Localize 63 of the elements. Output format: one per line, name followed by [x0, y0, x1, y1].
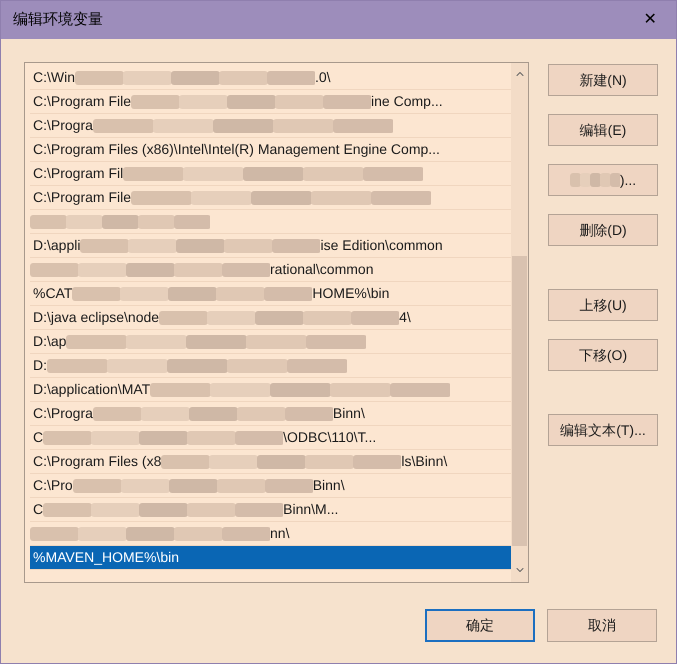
dialog-button[interactable]: 确定 — [425, 609, 535, 642]
path-text: rational\common — [270, 260, 374, 279]
side-button[interactable]: 删除(D) — [548, 214, 658, 246]
path-text: C:\Win — [32, 68, 75, 87]
path-text: C:\Program Fil — [32, 164, 124, 183]
path-row[interactable]: rational\common — [30, 258, 511, 282]
dialog-button[interactable]: 取消 — [547, 609, 657, 642]
path-text: HOME%\bin — [312, 284, 390, 303]
path-text: %MAVEN_HOME%\bin — [32, 548, 180, 567]
path-row[interactable]: C:\Progra Binn\ — [30, 402, 511, 426]
scroll-thumb[interactable] — [512, 256, 527, 546]
path-text: D:\java eclipse\node — [32, 308, 160, 327]
path-row[interactable]: C:\Program Fil — [30, 162, 511, 186]
path-text: C:\Program Files (x8 — [32, 452, 162, 471]
path-text: 4\ — [399, 308, 411, 327]
path-text: %CAT — [32, 284, 72, 303]
path-text: Binn\ — [332, 404, 365, 423]
path-row[interactable]: C:\Win .0\ — [30, 66, 511, 90]
path-text: C:\Program Files (x86)\Intel\Intel(R) Management Engine Comp... — [32, 140, 440, 159]
path-row[interactable]: C:\Program File — [30, 186, 511, 210]
path-text: C:\Program File — [32, 188, 132, 207]
scrollbar[interactable] — [511, 63, 528, 582]
side-button[interactable]: 新建(N) — [548, 64, 658, 96]
path-text: C:\Pro — [32, 476, 73, 495]
path-text: D:\application\MAT — [32, 380, 150, 399]
window-title: 编辑环境变量 — [13, 10, 103, 30]
path-text: ise Edition\common — [320, 236, 443, 255]
path-row[interactable]: C Binn\M... — [30, 498, 511, 522]
path-row[interactable]: D: — [30, 354, 511, 378]
path-row[interactable]: D:\ap — [30, 330, 511, 354]
blurred-patch — [570, 171, 620, 189]
close-button[interactable]: ✕ — [632, 4, 668, 36]
path-text: D:\ap — [32, 332, 66, 351]
side-button[interactable]: 编辑文本(T)... — [548, 414, 658, 446]
path-text: .0\ — [315, 68, 331, 87]
side-button[interactable]: 下移(O) — [548, 339, 658, 371]
path-row[interactable]: C:\Program Files (x8 ls\Binn\ — [30, 450, 511, 474]
path-row[interactable]: D:\java eclipse\node 4\ — [30, 306, 511, 330]
side-button[interactable]: )... — [548, 164, 658, 196]
path-text: ls\Binn\ — [401, 452, 448, 471]
path-text: C — [32, 500, 44, 519]
path-text: C — [32, 428, 44, 447]
path-row[interactable]: C:\Progra — [30, 114, 511, 138]
path-text: Binn\M... — [283, 500, 338, 519]
side-button[interactable]: 上移(U) — [548, 289, 658, 321]
path-text: Binn\ — [312, 476, 345, 495]
path-row[interactable]: D:\application\MAT — [30, 378, 511, 402]
path-row[interactable]: C \ODBC\110\T... — [30, 426, 511, 450]
path-row[interactable]: D:\appli ise Edition\common — [30, 234, 511, 258]
path-row[interactable]: C:\Program File ine Comp... — [30, 90, 511, 114]
path-row[interactable]: C:\Pro Binn\ — [30, 474, 511, 498]
side-button[interactable]: 编辑(E) — [548, 114, 658, 146]
path-text: C:\Progra — [32, 116, 93, 135]
path-text: C:\Progra — [32, 404, 93, 423]
path-row[interactable]: C:\Program Files (x86)\Intel\Intel(R) Management Engine Comp... — [30, 138, 511, 162]
path-row[interactable]: %MAVEN_HOME%\bin — [30, 546, 511, 570]
path-text: D: — [32, 356, 47, 375]
path-row[interactable]: %CAT HOME%\bin — [30, 282, 511, 306]
path-text: \ODBC\110\T... — [283, 428, 376, 447]
path-text: C:\Program File — [32, 92, 132, 111]
path-text: D:\appli — [32, 236, 80, 255]
path-text: ine Comp... — [371, 92, 443, 111]
path-text: nn\ — [270, 524, 290, 543]
